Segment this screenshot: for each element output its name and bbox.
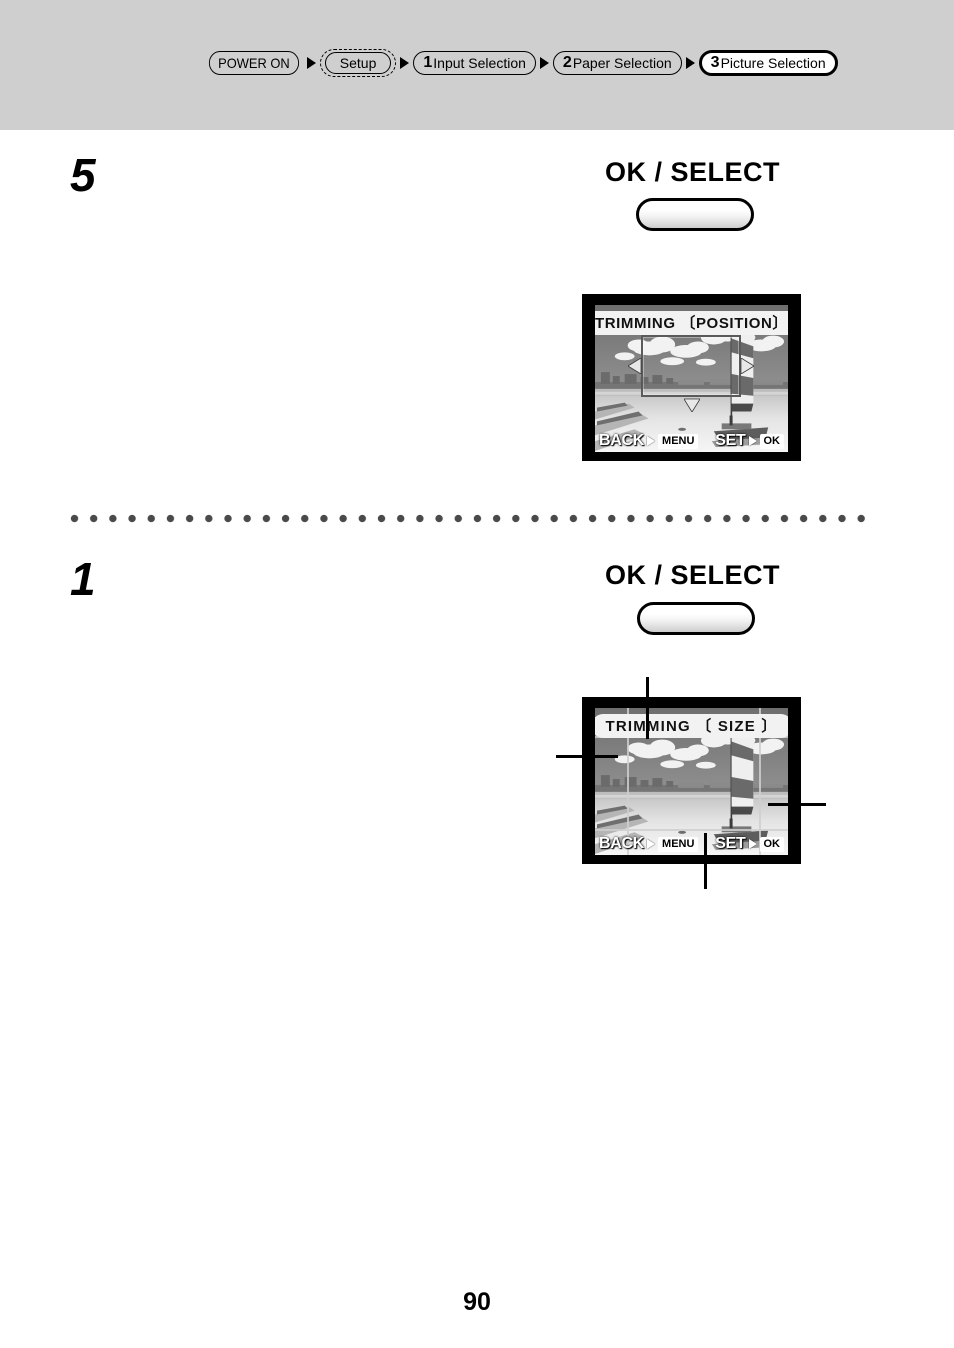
- chevron-right-icon: [306, 57, 316, 69]
- footer-back-action[interactable]: BACK MENU: [599, 835, 699, 853]
- ok-select-button-step5[interactable]: [636, 198, 754, 231]
- breadcrumb-item-picture-selection[interactable]: 3 Picture Selection: [698, 50, 838, 76]
- footer-set-label: SET: [715, 432, 746, 449]
- breadcrumb-step-number: 3: [710, 54, 720, 71]
- lcd-screen-trimming-position: TRIMMING 〔POSITION〕 BACK MENU SET OK: [582, 294, 801, 461]
- breadcrumb-item-setup[interactable]: Setup: [319, 49, 397, 77]
- breadcrumb-setup-inner: Setup: [324, 52, 392, 74]
- callout-line-bottom: [704, 833, 707, 889]
- section-divider: [70, 514, 875, 523]
- breadcrumb-step-number: 2: [562, 54, 572, 71]
- breadcrumb-label: Picture Selection: [720, 55, 826, 71]
- breadcrumb-label: Input Selection: [433, 55, 526, 71]
- arrow-right-icon: [748, 436, 757, 446]
- breadcrumb-step-number: 1: [423, 54, 433, 71]
- footer-menu-key: MENU: [658, 433, 699, 449]
- footer-back-action[interactable]: BACK MENU: [599, 432, 699, 450]
- lcd-footer-position: BACK MENU SET OK: [595, 430, 788, 452]
- breadcrumb-item-paper-selection[interactable]: 2 Paper Selection: [552, 51, 682, 75]
- chevron-right-icon: [400, 57, 410, 69]
- arrow-right-icon: [647, 839, 656, 849]
- lcd-title-trimming-size: TRIMMING 〔 SIZE 〕: [595, 714, 788, 738]
- callout-line-right: [768, 803, 826, 806]
- footer-ok-key: OK: [759, 433, 784, 449]
- footer-set-action[interactable]: SET OK: [715, 835, 784, 853]
- chevron-right-icon: [539, 57, 549, 69]
- breadcrumb-item-power-on[interactable]: POWER ON: [208, 51, 299, 75]
- arrow-right-icon: [647, 436, 656, 446]
- ok-select-label-step5: OK / SELECT: [605, 157, 781, 187]
- footer-ok-key: OK: [759, 836, 784, 852]
- step-number-5: 5: [70, 149, 96, 201]
- arrow-right-icon[interactable]: [740, 358, 754, 374]
- lcd-screen-trimming-size: TRIMMING 〔 SIZE 〕 BACK MENU SET OK: [582, 697, 801, 864]
- lcd-viewport-position: TRIMMING 〔POSITION〕 BACK MENU SET OK: [595, 305, 788, 452]
- callout-line-left: [556, 755, 618, 758]
- ok-select-label-step1: OK / SELECT: [605, 560, 781, 590]
- breadcrumb-label: Paper Selection: [572, 55, 672, 71]
- callout-line-top: [646, 677, 649, 739]
- arrow-right-icon: [748, 839, 757, 849]
- footer-back-label: BACK: [599, 432, 645, 449]
- header-band: POWER ON Setup 1 Input Selection 2 Paper…: [0, 0, 954, 130]
- crop-selection-rectangle[interactable]: [641, 335, 741, 397]
- lcd-footer-size: BACK MENU SET OK: [595, 833, 788, 855]
- footer-back-label: BACK: [599, 835, 645, 852]
- lcd-title-trimming-position: TRIMMING 〔POSITION〕: [595, 311, 788, 335]
- arrow-left-icon[interactable]: [628, 358, 642, 374]
- breadcrumb-item-input-selection[interactable]: 1 Input Selection: [413, 51, 536, 75]
- arrow-down-icon[interactable]: [684, 398, 700, 412]
- breadcrumb-label: Setup: [339, 55, 377, 71]
- page-number: 90: [463, 1288, 491, 1316]
- lcd-viewport-size: TRIMMING 〔 SIZE 〕 BACK MENU SET OK: [595, 708, 788, 855]
- footer-set-action[interactable]: SET OK: [715, 432, 784, 450]
- ok-select-button-step1[interactable]: [637, 602, 755, 635]
- chevron-right-icon: [685, 57, 695, 69]
- footer-set-label: SET: [715, 835, 746, 852]
- breadcrumb: POWER ON Setup 1 Input Selection 2 Paper…: [205, 49, 838, 77]
- footer-menu-key: MENU: [658, 836, 699, 852]
- breadcrumb-label: POWER ON: [218, 55, 290, 71]
- step-number-1: 1: [70, 553, 96, 605]
